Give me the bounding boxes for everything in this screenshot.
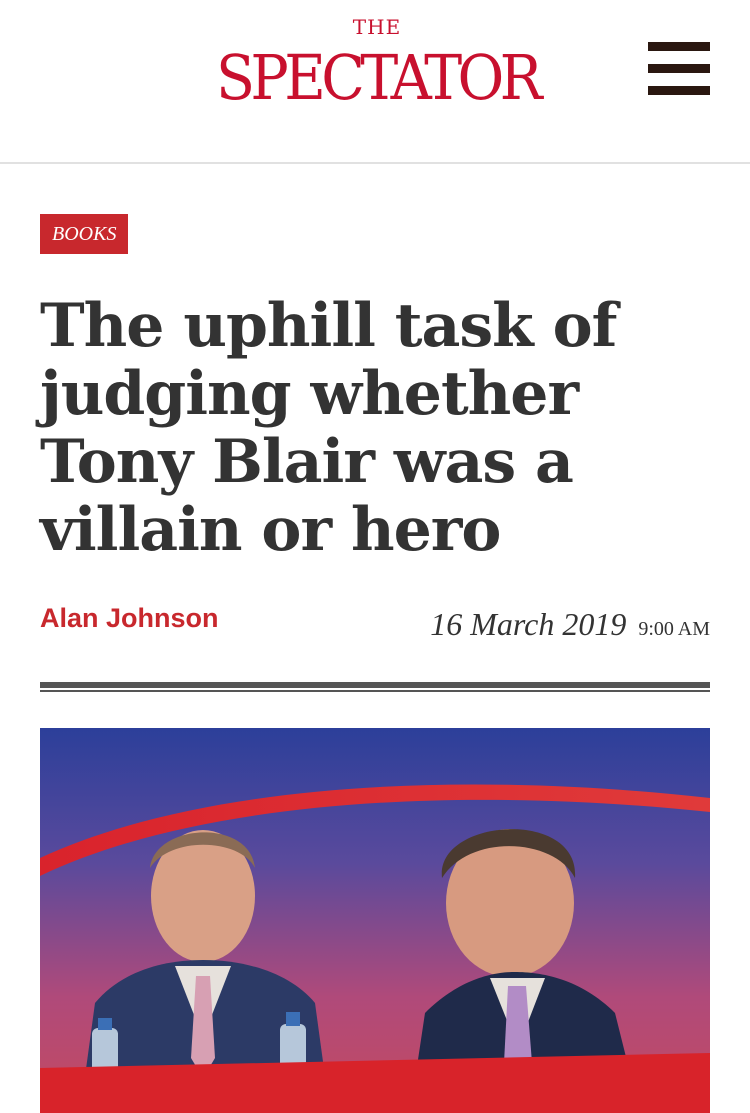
section-tag-books[interactable]: BOOKS — [40, 214, 129, 254]
menu-bar-middle — [648, 64, 710, 73]
publish-dateline: 16 March 2019 9:00 AM — [430, 606, 710, 643]
menu-bar-bottom — [648, 86, 710, 95]
spectator-logo[interactable]: THE SPECTATOR — [172, 16, 582, 120]
author-link[interactable]: Alan Johnson — [40, 603, 219, 634]
article-hero-photo — [40, 728, 710, 1113]
divider-thick — [40, 682, 710, 688]
logo-main-text: SPECTATOR — [215, 41, 543, 114]
publish-time: 9:00 AM — [638, 618, 710, 640]
site-header: THE SPECTATOR — [0, 0, 750, 164]
divider-thin — [40, 690, 710, 692]
logo-the-text: THE — [352, 15, 402, 39]
menu-bar-top — [648, 42, 710, 51]
publish-date: 16 March 2019 — [430, 606, 627, 642]
hamburger-menu-icon[interactable] — [648, 42, 710, 96]
article-headline: The uphill task of judging whether Tony … — [40, 291, 617, 565]
